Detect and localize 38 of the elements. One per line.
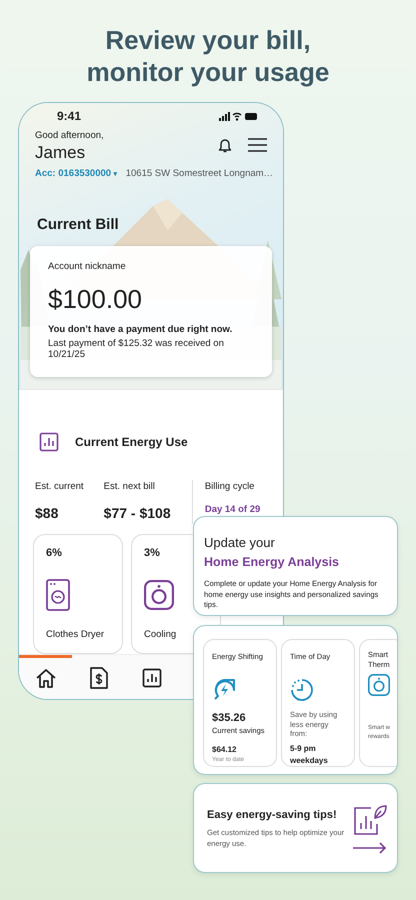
stat-label: Billing cycle xyxy=(204,480,256,494)
appliance-name: Clothes Dryer xyxy=(46,628,106,642)
peak-hours: 5-9 pm weekdays xyxy=(290,743,329,768)
greeting-text: Good afternoon, xyxy=(35,129,104,143)
section-title: Current Bill xyxy=(37,214,120,234)
thermostat-icon xyxy=(368,674,390,696)
card-title: Easy energy-saving tips! xyxy=(207,808,338,822)
stat-value: $77 - $108 xyxy=(104,504,172,523)
address-text: 10615 SW Somestreet Longnam… xyxy=(126,167,274,182)
section-title: Current Energy Use xyxy=(75,434,188,452)
dryer-icon xyxy=(46,578,70,611)
usage-percent: 6% xyxy=(46,546,63,561)
headline: Review your bill, xyxy=(104,24,312,56)
nickname-label: Account nickname xyxy=(48,260,127,274)
stat-value: $88 xyxy=(35,504,60,523)
chart-icon xyxy=(39,432,59,452)
bill-icon xyxy=(90,667,108,690)
stat-label: Est. current xyxy=(35,480,85,494)
clock-icon xyxy=(290,678,314,702)
menu-icon[interactable] xyxy=(248,138,267,152)
usage-percent: 3% xyxy=(144,546,161,561)
stat-label: Est. next bill xyxy=(104,480,156,494)
total-amount: $64.12 xyxy=(212,744,238,756)
home-icon xyxy=(34,668,56,688)
savings-amount: $35.26 xyxy=(212,710,247,726)
appliance-name: Cooling xyxy=(144,628,178,642)
status-time: 9:41 xyxy=(57,108,82,125)
user-name: James xyxy=(35,143,86,164)
chart-icon xyxy=(142,668,162,688)
appliance-card[interactable]: 6% Clothes Dryer xyxy=(33,534,123,654)
bell-icon[interactable] xyxy=(218,137,232,153)
status-icons xyxy=(219,111,257,121)
payment-status: You don’t have a payment due right now. xyxy=(48,323,234,338)
last-payment-text: Last payment of $125.32 was received on 10/21/25 xyxy=(48,338,225,362)
headline: monitor your usage xyxy=(86,56,330,88)
thermostat-icon xyxy=(144,580,174,610)
bill-amount: $100.00 xyxy=(48,283,143,316)
stat-value: Day 14 of 29 xyxy=(204,502,262,517)
